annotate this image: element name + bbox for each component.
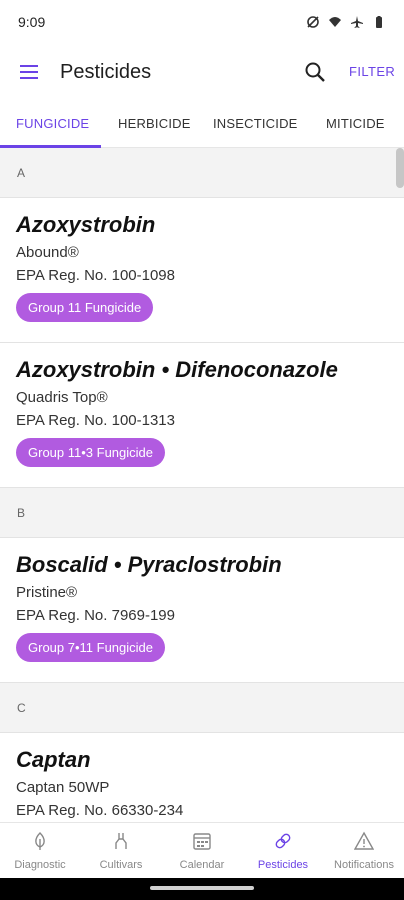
nav-cultivars[interactable]: Cultivars bbox=[81, 823, 161, 879]
epa-reg-number: EPA Reg. No. 100-1098 bbox=[16, 267, 175, 284]
group-badge: Group 11•3 Fungicide bbox=[16, 438, 165, 467]
battery-icon bbox=[376, 16, 382, 28]
epa-reg-number: EPA Reg. No. 66330-234 bbox=[16, 802, 184, 819]
category-tabs: FUNGICIDE HERBICIDE INSECTICIDE MITICIDE bbox=[0, 100, 404, 148]
status-icons bbox=[306, 15, 386, 29]
tab-insecticide[interactable]: INSECTICIDE bbox=[213, 116, 298, 131]
pesticide-card[interactable]: Boscalid • Pyraclostrobin Pristine® EPA … bbox=[0, 538, 404, 683]
group-badge: Group 7•11 Fungicide bbox=[16, 633, 165, 662]
menu-button[interactable] bbox=[17, 60, 41, 84]
wifi-icon bbox=[329, 17, 341, 27]
bottom-navigation: Diagnostic Cultivars Calendar Pesticides… bbox=[0, 822, 404, 878]
filter-button[interactable]: FILTER bbox=[349, 64, 395, 79]
hamburger-menu-icon bbox=[20, 65, 38, 79]
epa-reg-number: EPA Reg. No. 7969-199 bbox=[16, 607, 175, 624]
active-ingredient: Azoxystrobin • Difenoconazole bbox=[16, 357, 338, 382]
gesture-navigation-area bbox=[0, 878, 404, 900]
section-header-c: C bbox=[0, 683, 404, 733]
nav-notifications[interactable]: Notifications bbox=[324, 823, 404, 879]
airplane-icon bbox=[351, 16, 363, 28]
nav-label: Pesticides bbox=[257, 859, 309, 871]
active-ingredient: Azoxystrobin bbox=[16, 212, 156, 237]
pesticide-card[interactable]: Azoxystrobin Abound® EPA Reg. No. 100-10… bbox=[0, 198, 404, 343]
pesticide-card[interactable]: Azoxystrobin • Difenoconazole Quadris To… bbox=[0, 343, 404, 488]
brand-name: Abound® bbox=[16, 244, 79, 261]
tab-herbicide[interactable]: HERBICIDE bbox=[118, 116, 191, 131]
active-ingredient: Captan bbox=[16, 747, 91, 772]
pesticide-list[interactable]: A Azoxystrobin Abound® EPA Reg. No. 100-… bbox=[0, 148, 404, 822]
search-button[interactable] bbox=[303, 60, 327, 84]
status-time: 9:09 bbox=[18, 14, 46, 30]
tab-fungicide[interactable]: FUNGICIDE bbox=[16, 116, 89, 131]
nav-label: Cultivars bbox=[99, 859, 143, 871]
brand-name: Quadris Top® bbox=[16, 389, 108, 406]
warning-icon bbox=[353, 831, 375, 850]
scrollbar[interactable] bbox=[396, 148, 404, 188]
section-header-b: B bbox=[0, 488, 404, 538]
epa-reg-number: EPA Reg. No. 100-1313 bbox=[16, 412, 175, 429]
nav-calendar[interactable]: Calendar bbox=[162, 823, 242, 879]
nav-diagnostic[interactable]: Diagnostic bbox=[0, 823, 80, 879]
active-ingredient: Boscalid • Pyraclostrobin bbox=[16, 552, 282, 577]
page-title: Pesticides bbox=[60, 60, 152, 83]
nav-label: Calendar bbox=[179, 859, 225, 871]
section-header-a: A bbox=[0, 148, 404, 198]
brand-name: Captan 50WP bbox=[16, 779, 110, 796]
nav-pesticides[interactable]: Pesticides bbox=[243, 823, 323, 879]
brand-name: Pristine® bbox=[16, 584, 78, 601]
nav-label: Notifications bbox=[334, 859, 394, 871]
app-bar: Pesticides FILTER bbox=[0, 44, 404, 100]
do-not-disturb-icon bbox=[307, 16, 319, 28]
nav-label: Diagnostic bbox=[14, 859, 66, 871]
pesticide-card[interactable]: Captan Captan 50WP EPA Reg. No. 66330-23… bbox=[0, 733, 404, 822]
status-bar: 9:09 bbox=[0, 0, 404, 44]
search-icon bbox=[305, 62, 325, 82]
pesticide-icon bbox=[275, 833, 291, 849]
leaf-icon bbox=[35, 832, 45, 850]
group-badge: Group 11 Fungicide bbox=[16, 293, 154, 322]
tab-miticide[interactable]: MITICIDE bbox=[326, 116, 385, 131]
plant-icon bbox=[115, 833, 127, 849]
calendar-icon bbox=[193, 833, 211, 850]
gesture-handle[interactable] bbox=[150, 886, 254, 890]
